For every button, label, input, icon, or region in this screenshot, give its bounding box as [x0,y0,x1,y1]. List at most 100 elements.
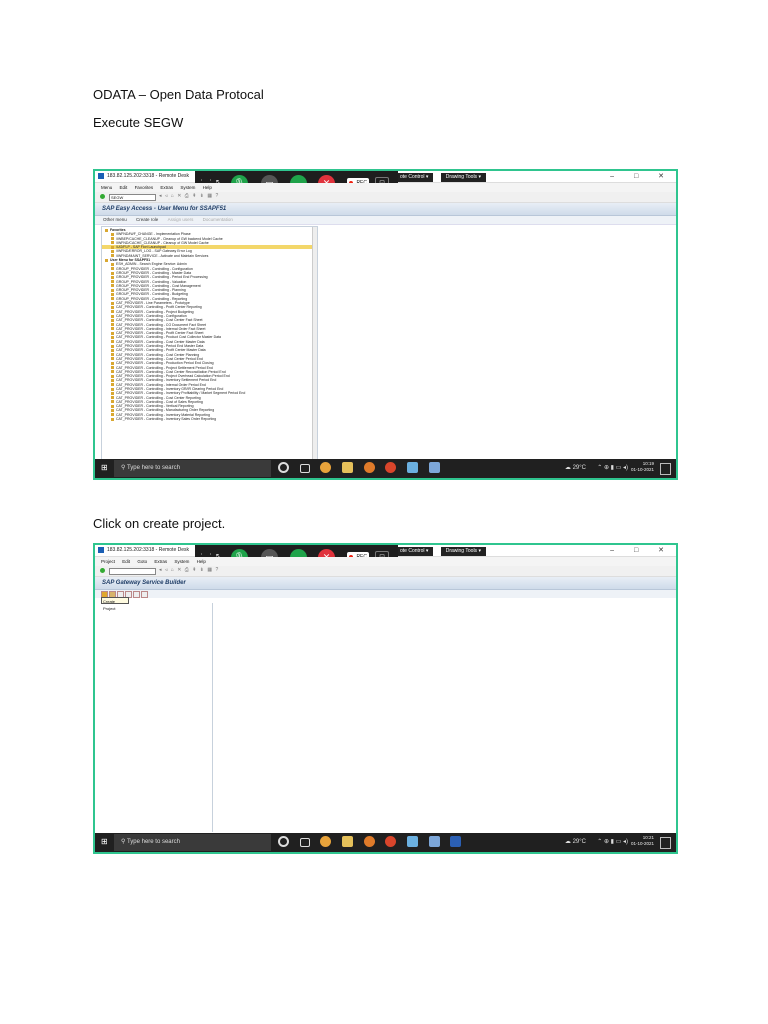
transaction-icon [111,232,114,236]
notification-icon[interactable] [660,463,671,475]
transaction-icon [111,293,114,297]
menu-item[interactable]: Goto [137,559,147,564]
app-icon[interactable] [407,462,419,473]
transaction-icon [111,353,114,357]
cortana-icon[interactable] [278,462,289,473]
transaction-icon [111,336,114,339]
transaction-icon [111,409,114,413]
check-icon[interactable] [141,591,148,598]
transaction-icon [111,383,114,387]
enter-icon[interactable] [100,568,105,573]
transaction-icon [111,396,114,400]
system-tray-icons[interactable]: ⌃ ⊕ ▮ ▭ ◂) [597,838,628,845]
word-icon[interactable] [450,836,462,847]
windows-start-icon[interactable]: ⊞ [101,464,109,472]
menu-item[interactable]: Edit [122,559,130,564]
chrome-icon[interactable] [320,462,332,473]
file-explorer-icon[interactable] [342,462,354,473]
application-toolbar [95,590,676,598]
window-controls[interactable]: – □ ✕ [610,171,673,182]
enter-icon[interactable] [100,194,105,199]
other-menu-button[interactable]: Other menu [103,217,127,222]
notification-icon[interactable] [660,837,671,849]
menu-item[interactable]: Edit [120,185,128,190]
transaction-icon [111,413,114,417]
command-field[interactable] [109,568,156,575]
transaction-icon [111,344,114,348]
remote-control-tab[interactable]: ote Control ▾ [395,173,434,182]
transaction-icon [111,357,114,361]
document-step-1: Execute SEGW [93,115,184,130]
taskbar-search[interactable]: ⚲ Type here to search [114,834,271,851]
menu-item[interactable]: Extras [154,559,167,564]
task-view-icon[interactable] [299,838,310,847]
temperature: 29°C [572,465,586,471]
folder-icon [105,228,108,232]
transaction-icon [111,241,114,245]
document-step-2: Click on create project. [93,516,226,531]
project-tree-pane[interactable] [101,603,213,832]
application-toolbar: Other menu Create role Assign users Docu… [95,216,676,225]
transaction-icon [111,370,114,374]
app-icon[interactable] [363,836,375,847]
rdp-icon [98,173,104,179]
remote-window-title: 183.82.125.202:3318 - Remote Desk [107,547,189,553]
weather[interactable]: ☁ 29°C [565,838,586,845]
page-title: SAP Easy Access - User Menu for SSAPF51 [95,203,676,216]
menu-item[interactable]: Extras [160,185,173,190]
tree-scrollbar[interactable] [312,227,317,459]
standard-toolbar-icons[interactable]: ◂ ◃ ⌂ ✕ ⎙ ⇞ ⇟ ▦ ? [159,567,219,573]
clock[interactable]: 10:21 01-10-2021 [631,835,654,847]
screenshot-gateway-service-builder: 183.82.125.202:3318 - Remote Desk ote Co… [93,543,678,854]
menu-item[interactable]: Help [203,185,212,190]
menu-item[interactable]: Favorites [135,185,154,190]
menu-item[interactable]: System [174,559,189,564]
tree-node[interactable]: CAT_PROVIDER - Controlling - Inventory S… [102,417,317,421]
menu-item[interactable]: Menu [101,185,112,190]
weather[interactable]: ☁ 29°C [565,464,586,471]
generate-icon[interactable] [133,591,140,598]
menu-item[interactable]: System [180,185,195,190]
app-icon[interactable] [385,836,397,847]
clock[interactable]: 10:19 01-10-2021 [631,461,654,473]
transaction-icon [111,327,114,331]
page-title: SAP Gateway Service Builder [95,577,676,590]
tree-node-label: CAT_PROVIDER - Controlling - Inventory S… [116,417,217,422]
transaction-icon [111,284,114,288]
taskbar-search[interactable]: ⚲ Type here to search [114,460,271,477]
sap-command-bar: ◂ ◃ ⌂ ✕ ⎙ ⇞ ⇟ ▦ ? [95,566,676,577]
drawing-tools-tab[interactable]: Drawing Tools ▾ [440,173,486,182]
window-controls[interactable]: – □ ✕ [610,545,673,556]
command-field[interactable]: SEGW [109,194,156,201]
app-icon[interactable] [385,462,397,473]
documentation-button[interactable]: Documentation [203,217,233,222]
system-tray-icons[interactable]: ⌃ ⊕ ▮ ▭ ◂) [597,464,628,471]
menu-item[interactable]: Project [101,559,115,564]
standard-toolbar-icons[interactable]: ◂ ◃ ⌂ ✕ ⎙ ⇞ ⇟ ▦ ? [159,193,219,199]
chrome-icon[interactable] [320,836,332,847]
transaction-icon [111,391,114,395]
task-view-icon[interactable] [299,464,310,473]
transaction-icon [111,366,114,370]
drawing-tools-tab[interactable]: Drawing Tools ▾ [440,547,486,556]
remote-desktop-icon[interactable] [428,836,440,847]
sap-command-bar: SEGW ◂ ◃ ⌂ ✕ ⎙ ⇞ ⇟ ▦ ? [95,192,676,203]
app-icon[interactable] [363,462,375,473]
date: 01-10-2021 [630,467,654,472]
temperature: 29°C [572,839,586,845]
menu-item[interactable]: Help [197,559,206,564]
app-icon[interactable] [407,836,419,847]
transaction-icon [111,297,114,301]
create-role-button[interactable]: Create role [136,217,158,222]
remote-control-tab[interactable]: ote Control ▾ [395,547,434,556]
remote-desktop-icon[interactable] [428,462,440,473]
transaction-icon [111,250,114,254]
user-menu-tree: Favorites/IWFND/IWF_CHANGE - Implementat… [101,226,318,460]
file-explorer-icon[interactable] [342,836,354,847]
cortana-icon[interactable] [278,836,289,847]
windows-start-icon[interactable]: ⊞ [101,838,109,846]
transaction-icon [111,387,114,391]
transaction-icon [111,305,114,309]
transaction-icon [111,275,114,279]
assign-users-button[interactable]: Assign users [168,217,194,222]
